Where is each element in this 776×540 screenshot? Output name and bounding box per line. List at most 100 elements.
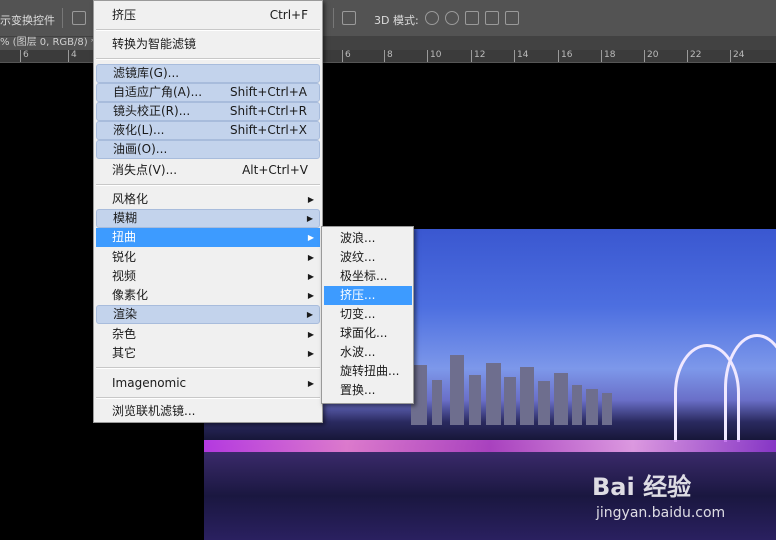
3d-slide-icon[interactable] [485, 11, 499, 25]
menu-item-label: 波浪... [340, 231, 376, 245]
menu-item-last-filter[interactable]: 挤压 Ctrl+F [96, 6, 320, 25]
menu-item-label: 挤压 [112, 8, 137, 22]
submenu-item-spherize[interactable]: 球面化... [324, 324, 412, 343]
menu-item-label: 模糊 [113, 211, 138, 225]
submenu-arrow-icon: ▶ [307, 233, 314, 242]
submenu-item-wave[interactable]: 波浪... [324, 229, 412, 248]
menu-item-label: 其它 [112, 346, 137, 360]
menu-item-label: 水波... [340, 345, 376, 359]
menu-item-noise[interactable]: 杂色 ▶ [96, 325, 320, 344]
menu-item-liquify[interactable]: 液化(L)... Shift+Ctrl+X [96, 121, 320, 140]
building [450, 355, 464, 425]
building [586, 389, 598, 425]
shortcut-label: Shift+Ctrl+X [230, 123, 307, 137]
ruler-tick: 6 [342, 50, 351, 62]
submenu-arrow-icon: ▶ [307, 253, 314, 262]
bridge-lights [204, 440, 776, 452]
menu-item-label: 切变... [340, 307, 376, 321]
shortcut-label: Shift+Ctrl+R [229, 104, 307, 118]
distribute-icon[interactable] [342, 11, 356, 25]
show-transform-controls-label[interactable]: 示变换控件 [0, 12, 55, 28]
submenu-item-displace[interactable]: 置换... [324, 381, 412, 400]
shortcut-label: Alt+Ctrl+V [242, 163, 308, 177]
menu-item-label: 滤镜库(G)... [113, 66, 180, 80]
building [486, 363, 501, 425]
menu-item-distort[interactable]: 扭曲 ▶ [96, 228, 320, 247]
building [432, 380, 442, 425]
menu-item-label: 波纹... [340, 250, 376, 264]
submenu-arrow-icon: ▶ [307, 195, 314, 204]
filter-menu: 挤压 Ctrl+F 转换为智能滤镜 滤镜库(G)... 自适应广角(A)... … [93, 0, 323, 423]
menu-item-adaptive-wide-angle[interactable]: 自适应广角(A)... Shift+Ctrl+A [96, 83, 320, 102]
separator [333, 8, 334, 28]
menu-separator [96, 397, 320, 399]
menu-item-label: 锐化 [112, 250, 137, 264]
submenu-arrow-icon: ▶ [307, 349, 314, 358]
menu-item-vanishing-point[interactable]: 消失点(V)... Alt+Ctrl+V [96, 161, 320, 180]
submenu-item-zigzag[interactable]: 水波... [324, 343, 412, 362]
menu-separator [96, 29, 320, 31]
menu-item-label: 液化(L)... [113, 123, 165, 137]
3d-scale-icon[interactable] [505, 11, 519, 25]
menu-item-label: 极坐标... [340, 269, 388, 283]
menu-separator [96, 367, 320, 369]
menu-item-label: 扭曲 [112, 230, 137, 244]
submenu-arrow-icon: ▶ [307, 379, 314, 388]
distort-submenu: 波浪... 波纹... 极坐标... 挤压... 切变... 球面化... 水波… [321, 226, 414, 404]
menu-item-imagenomic[interactable]: Imagenomic ▶ [96, 374, 320, 393]
ruler-tick: 12 [471, 50, 485, 62]
menu-item-label: 转换为智能滤镜 [112, 37, 197, 51]
menu-item-convert-smart-filter[interactable]: 转换为智能滤镜 [96, 35, 320, 54]
submenu-arrow-icon: ▶ [306, 310, 313, 319]
building [554, 373, 568, 425]
menu-item-label: 像素化 [112, 288, 149, 302]
3d-rotate-icon[interactable] [425, 11, 439, 25]
align-icon[interactable] [72, 11, 86, 25]
menu-item-label: 自适应广角(A)... [113, 85, 203, 99]
ruler-tick: 24 [730, 50, 744, 62]
menu-separator [96, 58, 320, 60]
separator [62, 8, 63, 28]
menu-item-label: 浏览联机滤镜... [112, 404, 196, 418]
menu-item-label: 镜头校正(R)... [113, 104, 191, 118]
menu-item-label: 球面化... [340, 326, 388, 340]
menu-item-sharpen[interactable]: 锐化 ▶ [96, 248, 320, 267]
menu-item-blur[interactable]: 模糊 ▶ [96, 209, 320, 228]
menu-item-label: 风格化 [112, 192, 149, 206]
menu-item-label: 挤压... [340, 288, 376, 302]
menu-item-oil-paint[interactable]: 油画(O)... [96, 140, 320, 159]
bridge-arch [724, 334, 776, 442]
menu-item-filter-gallery[interactable]: 滤镜库(G)... [96, 64, 320, 83]
watermark-url: jingyan.baidu.com [596, 505, 726, 521]
submenu-arrow-icon: ▶ [306, 214, 313, 223]
submenu-item-ripple[interactable]: 波纹... [324, 248, 412, 267]
ruler-tick: 6 [20, 50, 29, 62]
menu-item-other[interactable]: 其它 ▶ [96, 344, 320, 363]
submenu-item-twirl[interactable]: 旋转扭曲... [324, 362, 412, 381]
3d-roll-icon[interactable] [445, 11, 459, 25]
menu-item-browse-filters-online[interactable]: 浏览联机滤镜... [96, 402, 320, 421]
building [602, 393, 612, 425]
menu-item-label: 视频 [112, 269, 137, 283]
submenu-item-shear[interactable]: 切变... [324, 305, 412, 324]
menu-item-render[interactable]: 渲染 ▶ [96, 305, 320, 324]
menu-item-lens-correction[interactable]: 镜头校正(R)... Shift+Ctrl+R [96, 102, 320, 121]
submenu-item-polar-coordinates[interactable]: 极坐标... [324, 267, 412, 286]
menu-item-pixelate[interactable]: 像素化 ▶ [96, 286, 320, 305]
shortcut-label: Ctrl+F [269, 8, 308, 22]
ruler-tick: 22 [687, 50, 701, 62]
building [572, 385, 582, 425]
menu-item-label: 杂色 [112, 327, 137, 341]
menu-item-label: 旋转扭曲... [340, 364, 400, 378]
ruler-tick: 8 [384, 50, 393, 62]
document-tab[interactable]: % (图层 0, RGB/8) * [0, 37, 102, 50]
ruler-tick: 20 [644, 50, 658, 62]
ruler-tick: 16 [558, 50, 572, 62]
menu-item-label: Imagenomic [112, 376, 187, 390]
menu-item-video[interactable]: 视频 ▶ [96, 267, 320, 286]
menu-item-stylize[interactable]: 风格化 ▶ [96, 190, 320, 209]
shortcut-label: Shift+Ctrl+A [230, 85, 307, 99]
3d-pan-icon[interactable] [465, 11, 479, 25]
submenu-item-pinch[interactable]: 挤压... [324, 286, 412, 305]
watermark-brand: Bai 经验 [592, 473, 692, 501]
